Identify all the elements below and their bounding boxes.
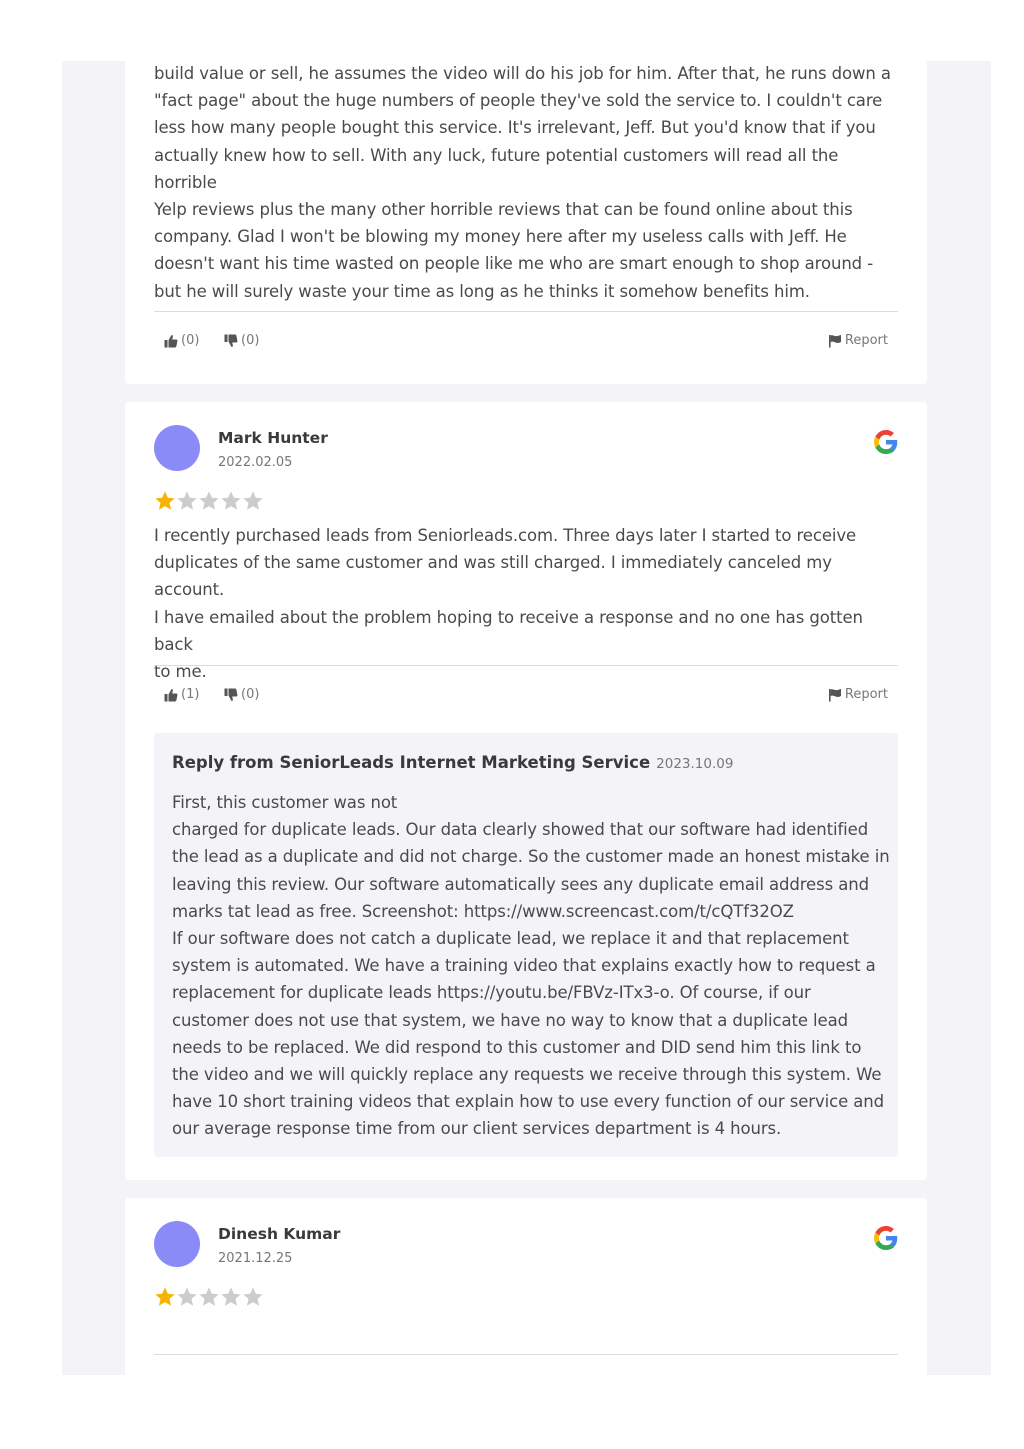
google-icon: [874, 430, 898, 454]
review-actions: (1) (0) Report: [154, 687, 898, 709]
thumbs-down-icon: [224, 334, 238, 347]
reply-text-line: customer does not use that system, we ha…: [172, 1010, 848, 1030]
star-empty-icon: [199, 491, 219, 510]
review-date: 2021.12.25: [218, 1251, 293, 1266]
like-count: (1): [181, 687, 200, 702]
reply-text-line: our average response time from our clien…: [172, 1119, 782, 1139]
divider: [154, 1354, 898, 1355]
review-text-line: Yelp reviews plus the many other horribl…: [154, 200, 853, 220]
avatar: [154, 425, 200, 471]
reply-text-line: marks tat lead as free. Screenshot: http…: [172, 901, 794, 921]
report-label: Report: [844, 687, 888, 702]
report-label: Report: [844, 333, 888, 348]
star-empty-icon: [177, 1287, 197, 1306]
reply-author: Reply from SeniorLeads Internet Marketin…: [172, 753, 651, 772]
like-count: (0): [181, 333, 200, 348]
reply-text-line: the video and we will quickly replace an…: [172, 1065, 882, 1085]
owner-reply: Reply from SeniorLeads Internet Marketin…: [154, 733, 898, 1157]
star-empty-icon: [221, 491, 241, 510]
thumbs-up-icon: [164, 688, 178, 701]
reply-text-line: If our software does not catch a duplica…: [172, 929, 849, 949]
review-card: build value or sell, he assumes the vide…: [125, 40, 927, 384]
review-text-line: to me.: [154, 662, 207, 682]
report-button[interactable]: Report: [828, 687, 888, 702]
rating-stars: [154, 1286, 264, 1308]
flag-icon: [828, 334, 841, 347]
divider: [154, 311, 898, 312]
star-filled-icon: [155, 1287, 175, 1306]
review-text-line: less how many people bought this service…: [154, 118, 876, 138]
dislike-count: (0): [241, 333, 260, 348]
avatar: [154, 1221, 200, 1267]
dislike-count: (0): [241, 687, 260, 702]
dislike-button[interactable]: (0): [224, 687, 259, 702]
thumbs-down-icon: [224, 688, 238, 701]
review-text-line: actually knew how to sell. With any luck…: [154, 145, 839, 192]
review-text-line: build value or sell, he assumes the vide…: [154, 64, 891, 83]
reply-text-line: charged for duplicate leads. Our data cl…: [172, 820, 869, 840]
review-text-line: company. Glad I won't be blowing my mone…: [154, 227, 847, 247]
reply-title: Reply from SeniorLeads Internet Marketin…: [172, 753, 733, 772]
star-filled-icon: [155, 491, 175, 510]
like-button[interactable]: (1): [164, 687, 199, 702]
flag-icon: [828, 688, 841, 701]
author-name: Mark Hunter: [218, 429, 328, 447]
review-text-line: "fact page" about the huge numbers of pe…: [154, 91, 883, 111]
divider: [154, 665, 898, 666]
review-text-line: but he will surely waste your time as lo…: [154, 281, 810, 301]
reply-text-line: First, this customer was not: [172, 793, 398, 812]
review-text-line: duplicates of the same customer and was …: [154, 553, 832, 600]
rating-stars: [154, 490, 264, 512]
review-card: Dinesh Kumar 2021.12.25: [125, 1198, 927, 1375]
review-text-line: doesn't want his time wasted on people l…: [154, 254, 874, 274]
star-empty-icon: [177, 491, 197, 510]
review-text: build value or sell, he assumes the vide…: [154, 60, 898, 305]
star-empty-icon: [199, 1287, 219, 1306]
review-text: I recently purchased leads from Seniorle…: [154, 522, 898, 685]
star-empty-icon: [243, 1287, 263, 1306]
reply-text: First, this customer was not charged for…: [172, 789, 890, 1143]
reply-text-line: the lead as a duplicate and did not char…: [172, 847, 890, 867]
reply-text-line: leaving this review. Our software automa…: [172, 874, 869, 894]
star-empty-icon: [243, 491, 263, 510]
star-empty-icon: [221, 1287, 241, 1306]
author-name: Dinesh Kumar: [218, 1225, 341, 1243]
review-text-line: I have emailed about the problem hoping …: [154, 607, 863, 654]
report-button[interactable]: Report: [828, 333, 888, 348]
review-card: Mark Hunter 2022.02.05 I recently purcha…: [125, 402, 927, 1180]
reply-text-line: needs to be replaced. We did respond to …: [172, 1037, 862, 1057]
review-date: 2022.02.05: [218, 455, 293, 470]
review-text-line: I recently purchased leads from Seniorle…: [154, 526, 857, 545]
thumbs-up-icon: [164, 334, 178, 347]
dislike-button[interactable]: (0): [224, 333, 259, 348]
review-actions: (0) (0) Report: [154, 333, 898, 355]
reply-text-line: system is automated. We have a training …: [172, 956, 876, 976]
reply-text-line: replacement for duplicate leads https://…: [172, 983, 811, 1003]
google-icon: [874, 1226, 898, 1250]
like-button[interactable]: (0): [164, 333, 199, 348]
reply-date: 2023.10.09: [656, 756, 734, 772]
reply-text-line: have 10 short training videos that expla…: [172, 1092, 885, 1112]
